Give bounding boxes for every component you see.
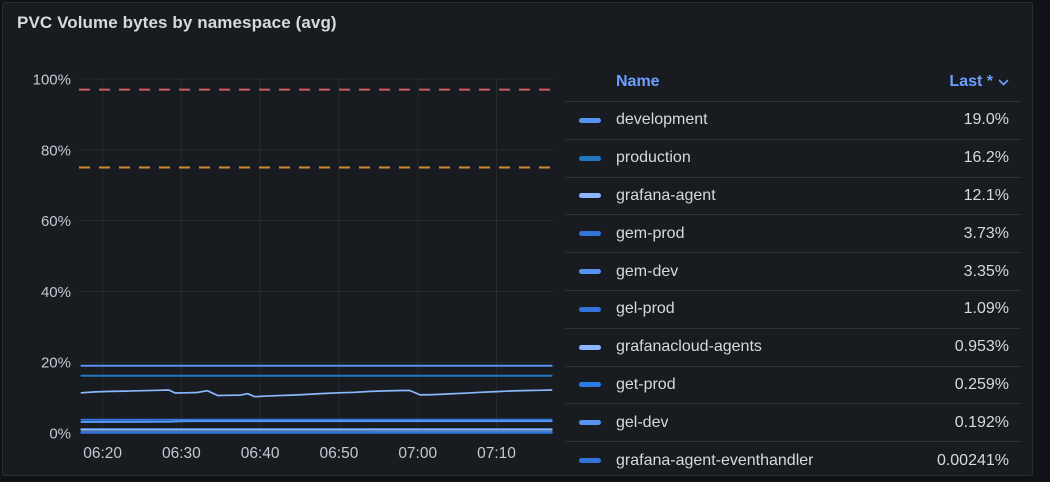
series-line-grafana-agent [81, 390, 551, 397]
legend-header-last-label: Last * [949, 73, 993, 91]
legend-header-name[interactable]: Name [616, 73, 660, 91]
series-color-marker [579, 193, 601, 198]
legend-table: Name Last * development 19.0% production… [565, 63, 1021, 476]
legend-row[interactable]: production 16.2% [565, 140, 1021, 178]
legend-rows: development 19.0% production 16.2% grafa… [565, 102, 1021, 476]
legend-row[interactable]: gel-dev 0.192% [565, 404, 1021, 442]
y-tick-label: 100% [33, 72, 71, 89]
series-name: gem-dev [616, 263, 678, 281]
legend-row[interactable]: gem-dev 3.35% [565, 253, 1021, 291]
series-last-value: 0.953% [945, 338, 1009, 356]
series-name: gel-dev [616, 414, 668, 432]
y-tick-label: 60% [41, 213, 71, 230]
series-line-gem-dev [81, 421, 551, 422]
legend-row[interactable]: grafana-agent-eventhandler 0.00241% [565, 442, 1021, 476]
series-color-marker [579, 118, 601, 123]
series-color-marker [579, 345, 601, 350]
series-color-marker [579, 458, 601, 463]
x-tick-label: 07:10 [477, 445, 516, 462]
series-last-value: 3.35% [954, 263, 1009, 281]
legend-row[interactable]: development 19.0% [565, 102, 1021, 140]
x-tick-label: 06:20 [83, 445, 122, 462]
series-last-value: 19.0% [954, 111, 1009, 129]
series-color-marker [579, 269, 601, 274]
series-color-marker [579, 420, 601, 425]
series-name: grafana-agent [616, 187, 716, 205]
y-tick-label: 0% [49, 426, 71, 443]
series-name: gem-prod [616, 225, 684, 243]
legend-header-row: Name Last * [565, 63, 1021, 102]
series-color-marker [579, 231, 601, 236]
series-name: development [616, 111, 708, 129]
page: { "panel": { "title": "PVC Volume bytes … [0, 0, 1050, 482]
series-last-value: 12.1% [954, 187, 1009, 205]
series-color-marker [579, 156, 601, 161]
legend-header-last[interactable]: Last * [949, 73, 1009, 91]
series-name: get-prod [616, 376, 676, 394]
legend-row[interactable]: grafana-agent 12.1% [565, 178, 1021, 216]
legend-row[interactable]: gem-prod 3.73% [565, 215, 1021, 253]
series-name: gel-prod [616, 300, 675, 318]
legend-row[interactable]: gel-prod 1.09% [565, 291, 1021, 329]
x-tick-label: 06:50 [320, 445, 359, 462]
series-last-value: 3.73% [954, 225, 1009, 243]
chevron-down-icon [998, 79, 1009, 86]
legend-row[interactable]: get-prod 0.259% [565, 367, 1021, 405]
y-tick-label: 20% [41, 355, 71, 372]
series-color-marker [579, 307, 601, 312]
series-last-value: 0.00241% [927, 452, 1009, 470]
x-tick-label: 06:40 [241, 445, 280, 462]
series-name: grafana-agent-eventhandler [616, 452, 813, 470]
series-last-value: 1.09% [954, 300, 1009, 318]
series-name: grafanacloud-agents [616, 338, 762, 356]
grafana-panel: PVC Volume bytes by namespace (avg) 0%20… [2, 2, 1033, 476]
y-tick-label: 40% [41, 284, 71, 301]
series-color-marker [579, 382, 601, 387]
series-name: production [616, 149, 691, 167]
series-last-value: 0.192% [945, 414, 1009, 432]
x-tick-label: 07:00 [398, 445, 437, 462]
y-tick-label: 80% [41, 142, 71, 159]
x-tick-label: 06:30 [162, 445, 201, 462]
legend-row[interactable]: grafanacloud-agents 0.953% [565, 329, 1021, 367]
series-last-value: 0.259% [945, 376, 1009, 394]
series-last-value: 16.2% [954, 149, 1009, 167]
